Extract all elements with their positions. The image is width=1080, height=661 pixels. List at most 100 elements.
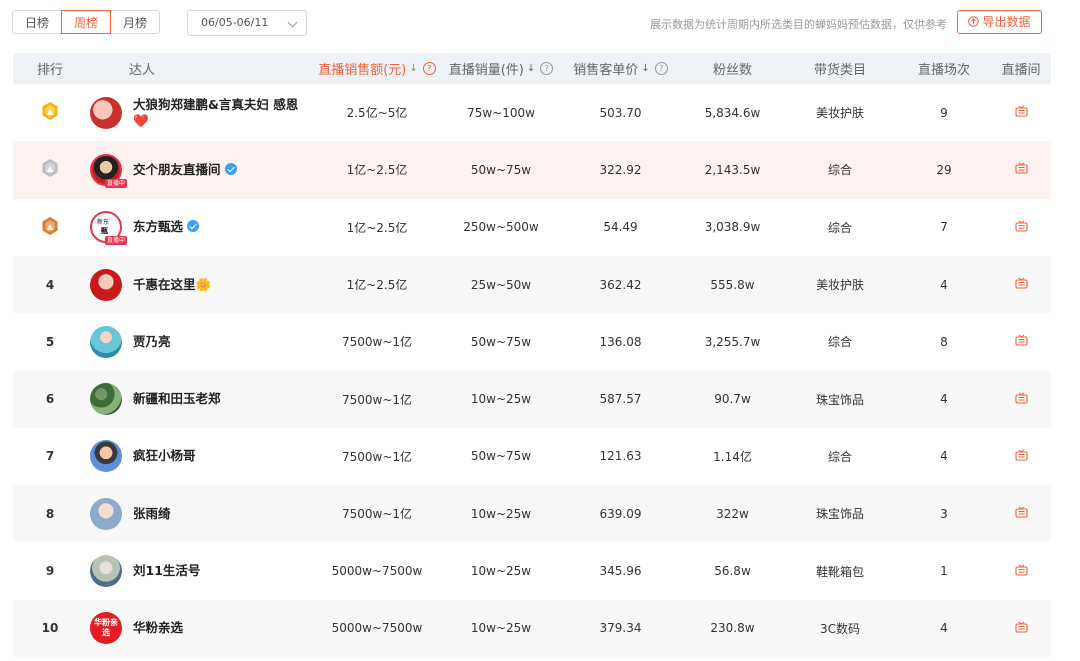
export-icon xyxy=(968,12,980,34)
gmv-cell: 1亿~2.5亿 xyxy=(346,278,408,293)
gmv-cell: 2.5亿~5亿 xyxy=(346,106,408,121)
table-row[interactable]: 直播中 交个朋友直播间 1亿~2.5亿 50w~75w 322.92 2,143… xyxy=(13,141,1051,199)
unit-price-cell: 639.09 xyxy=(599,506,642,521)
col-category: 带货类目 xyxy=(813,63,866,78)
table-row[interactable]: 10 华粉亲选 华粉亲选 5000w~7500w 10w~25w 379.34 … xyxy=(13,599,1051,657)
streamer-name-text: 千惠在这里🌼 xyxy=(133,276,212,292)
streamer-cell[interactable]: 直播中 交个朋友直播间 xyxy=(87,153,311,188)
streamer-name-text: 新疆和田玉老郑 xyxy=(133,391,221,407)
date-range-picker[interactable]: 06/05-06/11 xyxy=(187,10,307,36)
rank-cell xyxy=(13,101,87,124)
live-room-cell xyxy=(991,162,1051,177)
streamer-name-text: 贾乃亮 xyxy=(133,333,171,349)
tab-daily[interactable]: 日榜 xyxy=(12,10,62,34)
avatar[interactable] xyxy=(90,497,122,530)
category-cell: 美妆护肤 xyxy=(815,278,864,293)
table-row[interactable]: 9 刘11生活号 5000w~7500w 10w~25w 345.96 56.8… xyxy=(13,542,1051,599)
avatar[interactable]: 直播中 xyxy=(90,153,128,188)
svg-text:甄: 甄 xyxy=(101,227,108,235)
streamer-name[interactable]: 华粉亲选 xyxy=(133,620,183,636)
avatar[interactable] xyxy=(90,440,122,473)
avatar[interactable] xyxy=(90,96,122,129)
rank-cell: 4 xyxy=(13,278,87,292)
table-row[interactable]: 6 新疆和田玉老郑 7500w~1亿 10w~25w 587.57 90.7w … xyxy=(13,370,1051,428)
streamer-name[interactable]: 千惠在这里🌼 xyxy=(133,277,211,293)
live-room-icon[interactable] xyxy=(1014,506,1028,521)
streamer-cell[interactable]: 张雨绮 xyxy=(87,497,311,530)
rank-cell: 6 xyxy=(13,392,87,406)
live-room-cell xyxy=(991,621,1051,636)
live-count-cell: 29 xyxy=(936,162,952,177)
verified-icon xyxy=(187,220,200,233)
fans-cell: 1.14亿 xyxy=(713,449,752,464)
export-label: 导出数据 xyxy=(982,15,1031,29)
streamer-name[interactable]: 张雨绮 xyxy=(133,506,171,522)
streamer-cell[interactable]: 刘11生活号 xyxy=(87,555,311,588)
unit-price-cell: 121.63 xyxy=(599,449,642,464)
help-icon[interactable]: ? xyxy=(422,62,436,75)
streamer-name[interactable]: 交个朋友直播间 xyxy=(133,162,237,178)
table-row[interactable]: 大狼狗郑建鹏&言真夫妇 感恩❤️ 2.5亿~5亿 75w~100w 503.70… xyxy=(13,84,1051,141)
help-icon[interactable]: ? xyxy=(654,62,668,75)
avatar[interactable] xyxy=(90,268,122,301)
rank-number: 5 xyxy=(45,334,55,349)
streamer-cell[interactable]: 新疆和田玉老郑 xyxy=(87,383,311,416)
live-room-icon[interactable] xyxy=(1014,621,1028,636)
live-count-cell: 9 xyxy=(940,105,948,120)
live-room-icon[interactable] xyxy=(1014,334,1028,349)
live-count-cell: 1 xyxy=(940,564,948,579)
gmv-cell: 1亿~2.5亿 xyxy=(346,220,408,235)
fans-cell: 230.8w xyxy=(710,621,755,636)
col-volume-label: 直播销量(件) xyxy=(448,63,524,78)
streamer-name[interactable]: 新疆和田玉老郑 xyxy=(133,391,221,407)
tab-monthly[interactable]: 月榜 xyxy=(110,10,160,34)
live-count-cell: 3 xyxy=(940,506,948,521)
avatar[interactable] xyxy=(90,325,122,358)
streamer-cell[interactable]: 千惠在这里🌼 xyxy=(87,268,311,301)
ranking-table: 排行 达人 直播销售额(元) ↓? 直播销量(件) ↓? 销售客单价 ↓? 粉丝数 带… xyxy=(13,53,1051,657)
rank-number: 9 xyxy=(45,564,55,579)
help-icon[interactable]: ? xyxy=(540,62,554,75)
streamer-name[interactable]: 贾乃亮 xyxy=(133,334,171,350)
unit-price-cell: 345.96 xyxy=(599,564,642,579)
unit-price-cell: 379.34 xyxy=(599,621,642,636)
streamer-cell[interactable]: 疯狂小杨哥 xyxy=(87,440,311,473)
streamer-name[interactable]: 刘11生活号 xyxy=(133,563,200,579)
live-room-icon[interactable] xyxy=(1014,392,1028,407)
table-row[interactable]: 8 张雨绮 7500w~1亿 10w~25w 639.09 322w 珠宝饰品 … xyxy=(13,485,1051,543)
avatar[interactable]: 华粉亲选 xyxy=(90,612,122,645)
avatar[interactable] xyxy=(90,555,122,588)
table-row[interactable]: 4 千惠在这里🌼 1亿~2.5亿 25w~50w 362.42 555.8w 美… xyxy=(13,255,1051,314)
streamer-name[interactable]: 大狼狗郑建鹏&言真夫妇 感恩❤️ xyxy=(133,97,308,129)
col-gmv[interactable]: 直播销售额(元) ↓? xyxy=(311,59,443,78)
date-range-value: 06/05-06/11 xyxy=(201,16,269,29)
live-room-icon[interactable] xyxy=(1014,564,1028,579)
live-room-icon[interactable] xyxy=(1014,105,1028,120)
live-room-icon[interactable] xyxy=(1014,162,1028,177)
table-row[interactable]: 5 贾乃亮 7500w~1亿 50w~75w 136.08 3,255.7w 综… xyxy=(13,313,1051,370)
toolbar: 日榜 周榜 月榜 06/05-06/11 展示数据为统计周期内所选类目的蝉妈妈预… xyxy=(0,0,1080,50)
rank-number: 6 xyxy=(45,392,55,407)
col-price[interactable]: 销售客单价 ↓? xyxy=(559,59,682,78)
live-room-icon[interactable] xyxy=(1014,220,1028,235)
col-volume[interactable]: 直播销量(件) ↓? xyxy=(443,59,559,78)
table-row[interactable]: 新东甄直播中 东方甄选 1亿~2.5亿 250w~500w 54.49 3,03… xyxy=(13,199,1051,256)
avatar[interactable]: 新东甄直播中 xyxy=(90,211,128,246)
streamer-cell[interactable]: 贾乃亮 xyxy=(87,325,311,358)
streamer-cell[interactable]: 大狼狗郑建鹏&言真夫妇 感恩❤️ xyxy=(87,96,311,129)
gold-medal-icon xyxy=(41,101,59,124)
streamer-name[interactable]: 东方甄选 xyxy=(133,219,200,235)
live-now-tag: 直播中 xyxy=(105,178,128,188)
table-row[interactable]: 7 疯狂小杨哥 7500w~1亿 50w~75w 121.63 1.14亿 综合… xyxy=(13,428,1051,485)
streamer-cell[interactable]: 华粉亲选 华粉亲选 xyxy=(87,612,311,645)
streamer-name[interactable]: 疯狂小杨哥 xyxy=(133,448,196,464)
live-room-icon[interactable] xyxy=(1014,449,1028,464)
live-room-cell xyxy=(991,449,1051,464)
avatar[interactable] xyxy=(90,383,122,416)
unit-price-cell: 54.49 xyxy=(603,220,638,235)
streamer-cell[interactable]: 新东甄直播中 东方甄选 xyxy=(87,211,311,246)
unit-price-cell: 362.42 xyxy=(599,277,642,292)
export-button[interactable]: 导出数据 xyxy=(957,10,1042,34)
live-room-icon[interactable] xyxy=(1014,277,1028,292)
tab-weekly[interactable]: 周榜 xyxy=(61,10,111,34)
